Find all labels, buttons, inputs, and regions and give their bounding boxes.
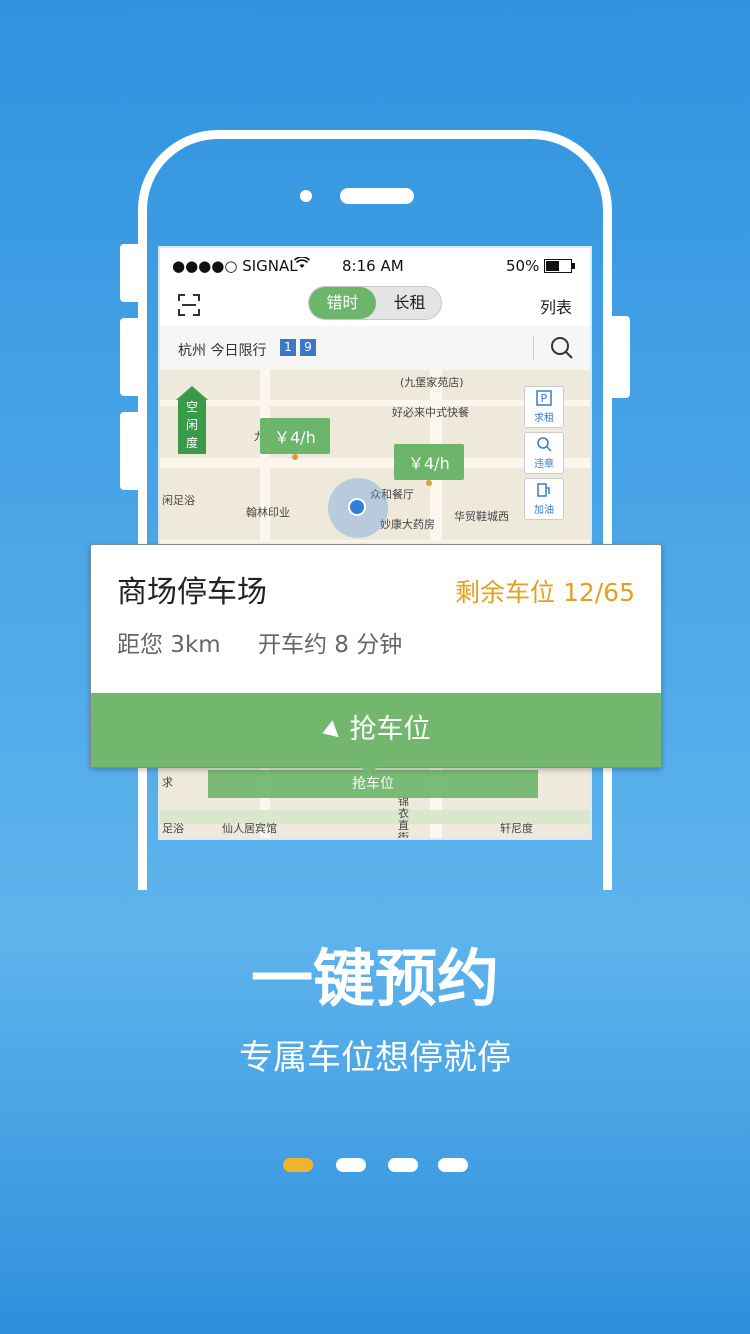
idle-char-1: 空 [185,400,198,414]
phone-speaker [340,188,414,204]
list-view-button[interactable]: 列表 [540,294,572,318]
map-poi: 闲足浴 [162,494,195,507]
status-bar: ●●●●○ SIGNAL 8:16 AM 50% [160,248,590,282]
page-dot[interactable] [388,1158,418,1172]
page-indicator [283,1158,483,1172]
battery-icon [544,259,576,277]
status-time: 8:16 AM [342,257,404,275]
page-headline: 一键预约 [250,942,499,1015]
grab-spot-button[interactable]: 抢车位 [91,693,661,767]
phone-power-button [610,316,630,398]
map-poi: 足浴 [162,822,184,835]
parking-lot-card: 商场停车场 剩余车位 12/65 距您 3km 开车约 8 分钟 抢车位 [90,544,662,768]
parking-price-marker[interactable]: ￥4/h [260,418,330,460]
map-poi: 华贸鞋城西 [454,510,509,523]
svg-text:P: P [541,392,548,405]
grab-spot-label: 抢车位 [349,714,431,745]
current-location-icon [348,498,366,516]
map-poi: 求 [162,776,173,789]
parking-lot-meta: 距您 3km 开车约 8 分钟 [117,625,432,659]
idle-char-3: 度 [185,436,198,450]
card-pointer [360,766,378,775]
phone-camera [300,190,312,202]
phone-volume-up [120,244,140,302]
gas-tool-button[interactable]: 加油 [524,478,564,520]
battery-percent: 50% [506,257,540,275]
tab-long-term[interactable]: 长租 [376,287,441,319]
page-subheadline: 专属车位想停就停 [239,1038,511,1078]
signal-indicator: ●●●●○ SIGNAL [172,257,298,275]
rent-tool-label: 求租 [534,413,554,424]
idle-level-badge: 空 闲 度 [176,386,208,454]
violation-tool-button[interactable]: 违章 [524,432,564,474]
drive-time-text: 开车约 8 分钟 [257,632,403,658]
scan-icon[interactable] [178,294,200,316]
distance-text: 距您 3km [117,632,221,658]
traffic-limit-bar: 杭州 今日限行 1 9 [160,326,590,371]
page-dot[interactable] [438,1158,468,1172]
remaining-spots: 剩余车位 12/65 [455,578,635,607]
parking-price-marker[interactable]: ￥4/h [394,444,464,486]
violation-tool-label: 违章 [534,459,554,470]
limit-number-2: 9 [300,339,316,356]
top-bar: 错时 长租 列表 [160,282,590,327]
search-icon[interactable] [550,336,574,360]
phone-mute-switch [120,412,140,490]
map-poi: 翰林印业 [246,506,290,519]
phone-volume-down [120,318,140,396]
limit-number-1: 1 [280,339,296,356]
parking-lot-name: 商场停车场 [117,575,267,610]
idle-char-2: 闲 [185,418,198,432]
magnifier-icon [537,437,552,452]
traffic-limit-label: 杭州 今日限行 [178,343,267,359]
mode-segmented-control: 错时 长租 [308,286,442,320]
parking-icon: P [536,390,552,406]
wifi-icon [293,256,311,272]
map-poi: (九堡家苑店) [400,376,464,389]
divider [533,336,534,360]
rent-tool-button[interactable]: P 求租 [524,386,564,428]
page-dot[interactable] [336,1158,366,1172]
page-dot-active[interactable] [283,1158,313,1172]
map-poi: 仙人居宾馆 [222,822,277,835]
gas-pump-icon [537,483,550,497]
navigation-arrow-icon [318,719,339,742]
map-poi: 妙康大药房 [380,518,435,531]
map-poi: 轩尼度 [500,822,533,835]
map-poi: 锦衣直街 [398,795,409,840]
tab-off-peak[interactable]: 错时 [309,287,376,319]
gas-tool-label: 加油 [534,505,554,516]
map-poi: 好必来中式快餐 [392,406,469,419]
